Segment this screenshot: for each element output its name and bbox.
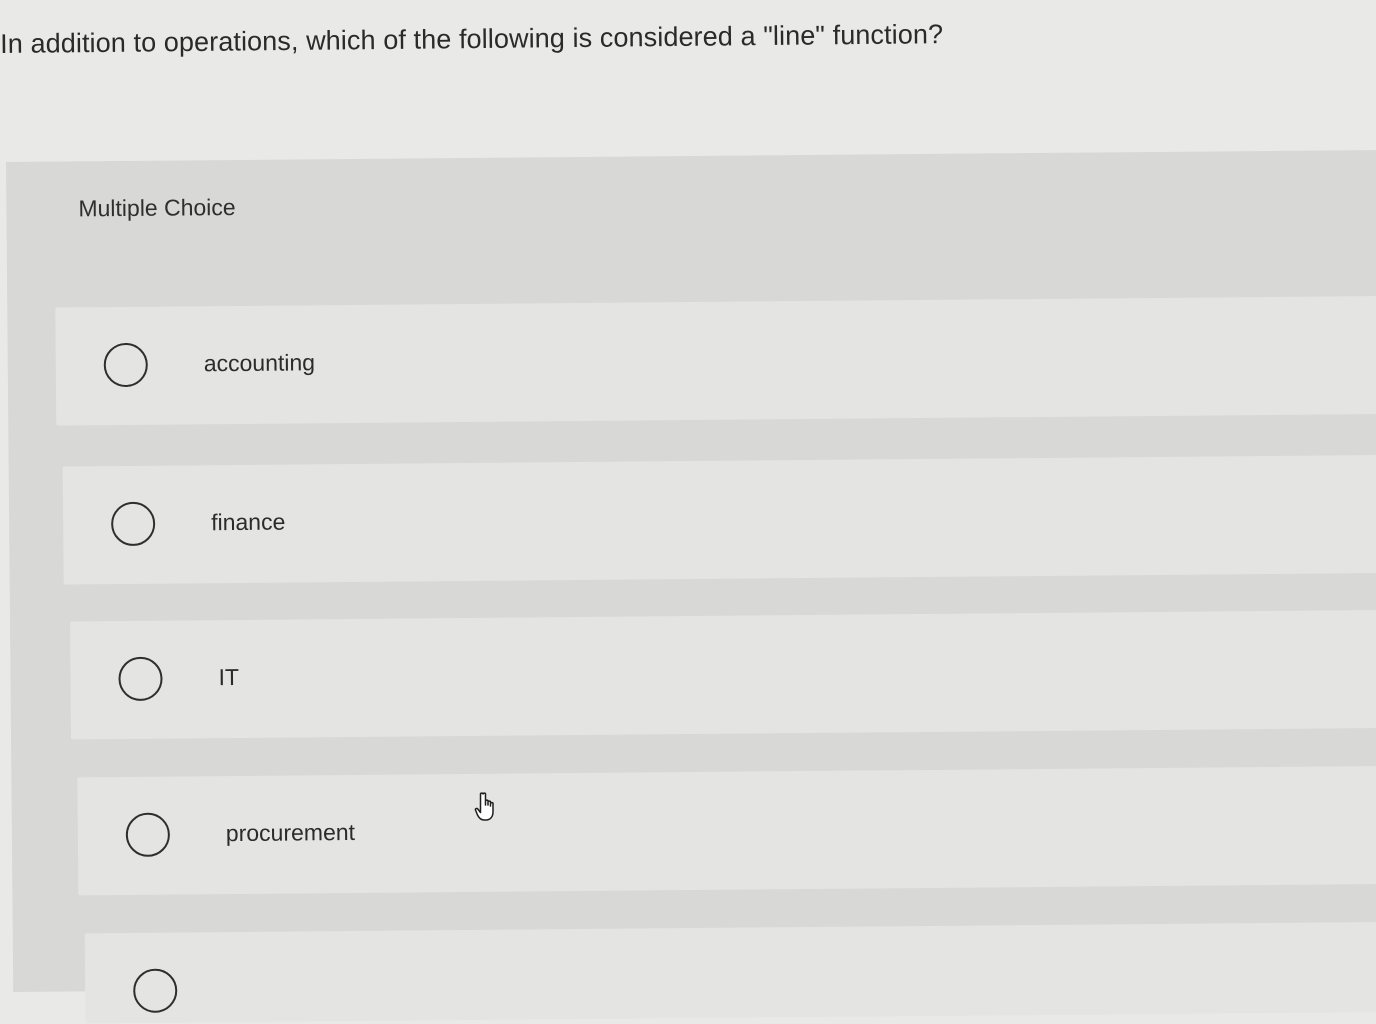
hand-pointer-icon: [474, 792, 500, 822]
choice-label: finance: [211, 508, 286, 536]
choice-option-finance[interactable]: finance: [62, 454, 1376, 585]
radio-button[interactable]: [118, 656, 163, 702]
radio-button[interactable]: [103, 342, 148, 388]
choice-option-it[interactable]: IT: [70, 609, 1376, 740]
choice-label: IT: [218, 663, 240, 691]
radio-button[interactable]: [125, 812, 171, 857]
question-type-label: Multiple Choice: [78, 193, 236, 222]
choice-option-partial[interactable]: [84, 921, 1376, 1024]
radio-button[interactable]: [110, 501, 156, 547]
choice-option-procurement[interactable]: procurement: [77, 765, 1376, 896]
multiple-choice-panel: Multiple Choice accounting finance IT pr…: [6, 149, 1376, 1024]
choice-option-accounting[interactable]: accounting: [55, 295, 1376, 426]
radio-button[interactable]: [133, 968, 178, 1013]
choice-label: accounting: [203, 349, 316, 377]
choice-label: procurement: [225, 818, 356, 847]
question-text: In addition to operations, which of the …: [0, 19, 944, 59]
